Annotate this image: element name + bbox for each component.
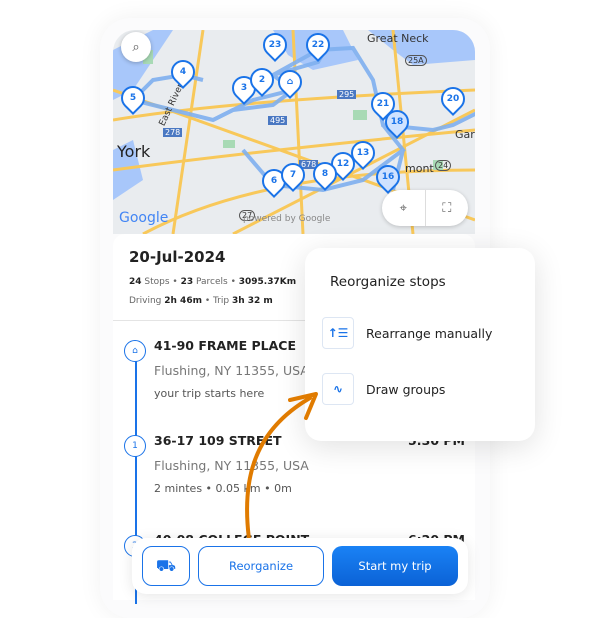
stop-note: 2 mintes • 0.05 km • 0m [154,482,292,495]
map-label-belmont: mont [405,162,434,175]
popup-title: Reorganize stops [330,274,446,290]
draw-groups-option[interactable]: ∿ Draw groups [322,373,445,405]
trip-stats: 24 Stops • 23 Parcels • 3095.37Km [129,277,297,287]
highway-shield: 24 [435,160,452,171]
hand-truck-icon: ⛟ [155,555,177,575]
start-trip-button[interactable]: Start my trip [332,546,458,586]
stop-address: Flushing, NY 11355, USA [154,458,309,473]
google-logo: Google [119,210,169,226]
draw-squiggle-icon: ∿ [322,373,354,405]
highway-shield: 295 [337,90,357,99]
fullscreen-icon[interactable]: ⛶ [424,190,469,226]
crosshair-icon[interactable]: ⌖ [382,190,425,226]
trip-date: 20-Jul-2024 [129,248,226,266]
stop-address: Flushing, NY 11355, USA [154,363,309,378]
stop-title[interactable]: 36-17 109 STREET [154,433,282,448]
search-button[interactable]: ⌕ [121,32,151,62]
home-icon: ⌂ [124,340,146,362]
highway-shield: 495 [268,116,288,125]
map-label-great-neck: Great Neck [367,32,429,45]
highway-shield: 278 [163,128,183,137]
option-label: Draw groups [366,381,446,397]
trip-durations: Driving 2h 46m • Trip 3h 32 m [129,296,273,306]
reorganize-popup: Reorganize stops ↑☰ Rearrange manually ∿… [305,248,535,441]
search-icon: ⌕ [132,39,140,55]
stop-title[interactable]: 41-90 FRAME PLACE [154,338,296,353]
highway-shield: 25A [405,55,427,66]
stop-number-marker: 1 [124,435,146,457]
map-label-gar: Gar [455,128,475,141]
action-bar: ⛟ Reorganize Start my trip [132,538,468,594]
option-label: Rearrange manually [366,325,493,341]
loader-button[interactable]: ⛟ [142,546,190,586]
home-icon: ⌂ [286,77,294,87]
reorganize-button[interactable]: Reorganize [198,546,324,586]
map-label-york: York [117,142,151,161]
rearrange-manually-option[interactable]: ↑☰ Rearrange manually [322,317,492,349]
powered-by-google: powered by Google [243,214,331,224]
map-controls: ⌖ ⛶ [382,190,468,226]
sort-ascending-icon: ↑☰ [322,317,354,349]
stop-note: your trip starts here [154,387,265,400]
